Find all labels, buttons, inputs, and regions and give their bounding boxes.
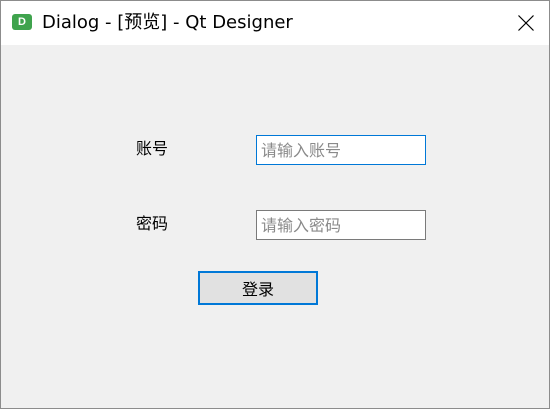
close-button[interactable] [503, 1, 549, 45]
dialog-window: D Dialog - [预览] - Qt Designer 账号 密码 登录 [0, 0, 550, 409]
close-icon [518, 15, 534, 31]
password-label: 密码 [136, 214, 169, 233]
login-button[interactable]: 登录 [198, 271, 318, 305]
account-label: 账号 [136, 139, 169, 158]
account-input[interactable] [256, 135, 426, 165]
window-title: Dialog - [预览] - Qt Designer [42, 12, 293, 33]
password-input[interactable] [256, 210, 426, 240]
qt-designer-app-icon: D [12, 14, 32, 30]
title-bar[interactable]: D Dialog - [预览] - Qt Designer [1, 1, 549, 45]
